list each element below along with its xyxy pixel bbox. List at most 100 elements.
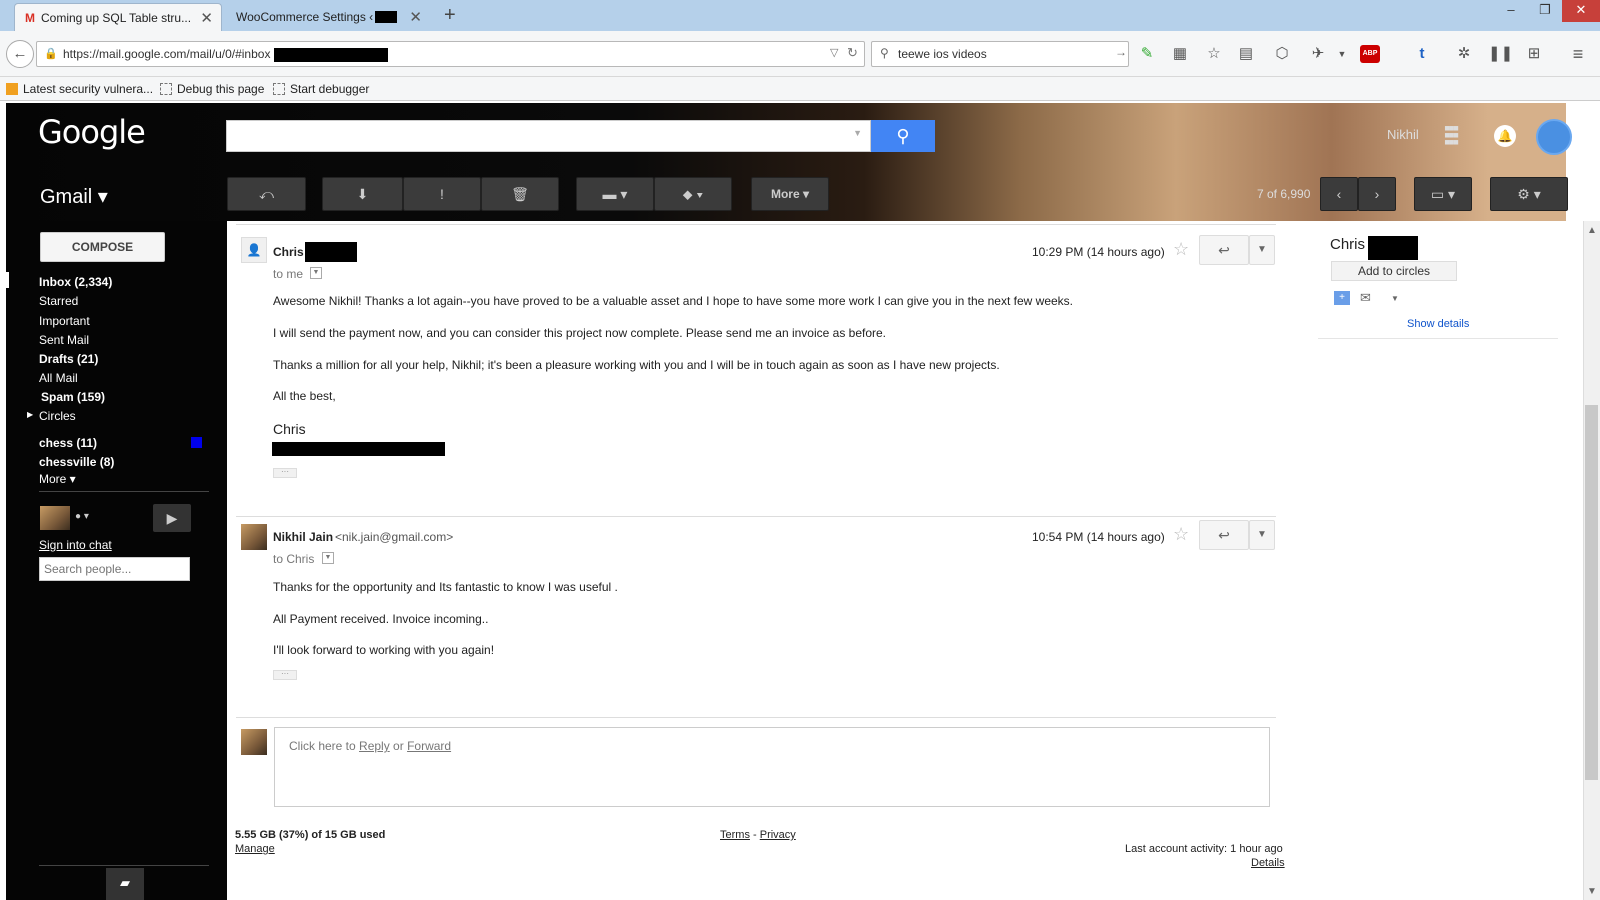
notifications-icon[interactable]: 🔔	[1494, 125, 1516, 147]
scrollbar-thumb[interactable]	[1585, 405, 1598, 780]
browser-tab-active[interactable]: M Coming up SQL Table stru... ✕	[14, 3, 222, 31]
expand-arrow-icon[interactable]: ▶	[27, 410, 33, 419]
email-icon[interactable]: ✉	[1360, 290, 1371, 306]
sitemap-icon[interactable]: ⊞	[1524, 44, 1544, 64]
add-to-circles-button[interactable]: Add to circles	[1331, 261, 1457, 281]
reply-button[interactable]: ↩	[1199, 520, 1249, 550]
google-logo[interactable]: Google	[38, 113, 146, 151]
sidebar-item-important[interactable]: Important	[39, 314, 90, 328]
back-button[interactable]: ⤺	[227, 177, 306, 211]
show-trimmed-content-button[interactable]: ···	[273, 670, 297, 680]
bookmark-item[interactable]: Debug this page	[160, 82, 264, 96]
sidebar-item-inbox[interactable]: Inbox (2,334)	[39, 275, 112, 289]
show-trimmed-content-button[interactable]: ···	[273, 468, 297, 478]
sidebar-item-drafts[interactable]: Drafts (21)	[39, 352, 98, 366]
browser-tab[interactable]: WooCommerce Settings ‹ ✕	[226, 3, 430, 31]
gmail-label[interactable]: Gmail ▾	[40, 184, 108, 209]
bookmark-item[interactable]: Latest security vulnera...	[6, 82, 153, 96]
browser-search-input[interactable]: teewe ios videos	[871, 41, 1129, 67]
contact-name[interactable]: Chris	[1330, 236, 1365, 253]
pocket-icon[interactable]: ⬡	[1272, 44, 1292, 64]
sign-into-chat-link[interactable]: Sign into chat	[39, 538, 112, 552]
chevron-down-icon[interactable]: ▼	[1332, 44, 1352, 64]
scroll-up-icon[interactable]: ▲	[1587, 225, 1597, 236]
extension-icon[interactable]: ✈	[1308, 44, 1328, 64]
details-dropdown-icon[interactable]: ▼	[322, 552, 334, 564]
search-input[interactable]: ▼	[226, 120, 871, 152]
firebug-icon[interactable]: ✲	[1454, 44, 1474, 64]
back-button[interactable]: ←	[6, 40, 34, 68]
close-tab-icon[interactable]: ✕	[409, 8, 422, 26]
details-link[interactable]: Details	[1251, 857, 1285, 869]
close-tab-icon[interactable]: ✕	[200, 9, 213, 27]
go-arrow-icon[interactable]: →	[1115, 45, 1127, 59]
video-call-icon[interactable]: ▶	[153, 504, 191, 532]
star-icon[interactable]: ☆	[1173, 239, 1189, 260]
newer-button[interactable]: ‹	[1320, 177, 1358, 211]
more-actions-button[interactable]: ▼	[1249, 520, 1275, 550]
report-spam-button[interactable]: !	[403, 177, 481, 211]
sidebar-label-chessville[interactable]: chessville (8)	[39, 455, 114, 469]
user-name[interactable]: Nikhil	[1387, 127, 1419, 142]
divider	[236, 224, 1276, 225]
sidebar-item-spam[interactable]: Spam (159)	[41, 390, 105, 404]
grid-extension-icon[interactable]: ▦	[1170, 44, 1190, 64]
input-tools-button[interactable]: ▭ ▾	[1414, 177, 1472, 211]
sidebar-item-sent[interactable]: Sent Mail	[39, 333, 89, 347]
new-tab-icon[interactable]: +	[444, 4, 456, 27]
bookmark-item[interactable]: Start debugger	[273, 82, 369, 96]
apps-grid-icon[interactable]: ▪▪▪ ▪▪▪ ▪▪▪	[1444, 119, 1459, 151]
extension-icon[interactable]: ✎	[1137, 44, 1157, 64]
extension-icon[interactable]: ❚❚	[1488, 44, 1513, 64]
terms-link[interactable]: Terms	[720, 829, 750, 841]
show-details-link[interactable]: Show details	[1407, 318, 1469, 330]
labels-button[interactable]: ⬥ ▾	[654, 177, 732, 211]
search-people-input[interactable]	[39, 557, 190, 581]
star-icon[interactable]: ☆	[1173, 524, 1189, 545]
restore-icon[interactable]: ❐	[1528, 0, 1562, 22]
bookmark-star-icon[interactable]: ☆	[1204, 44, 1224, 64]
close-window-icon[interactable]: ✕	[1562, 0, 1600, 22]
privacy-link[interactable]: Privacy	[760, 829, 796, 841]
sidebar-label-chess[interactable]: chess (11)	[39, 436, 97, 450]
search-button[interactable]: ⚲	[871, 120, 935, 152]
avatar[interactable]	[1536, 119, 1572, 155]
forward-link[interactable]: Forward	[407, 739, 451, 753]
sidebar-item-all-mail[interactable]: All Mail	[39, 371, 78, 385]
sidebar-item-starred[interactable]: Starred	[39, 294, 78, 308]
settings-button[interactable]: ⚙ ▾	[1490, 177, 1568, 211]
sidebar-item-circles[interactable]: Circles	[39, 409, 76, 423]
chevron-down-icon[interactable]: ▼	[853, 128, 862, 138]
sidebar-more[interactable]: More ▾	[39, 472, 76, 486]
details-dropdown-icon[interactable]: ▼	[310, 267, 322, 279]
sender-name[interactable]: Nikhil Jain	[273, 530, 333, 544]
dropdown-icon[interactable]: ▽	[830, 46, 838, 59]
tumblr-icon[interactable]: t	[1412, 44, 1432, 64]
chevron-down-icon[interactable]: ▼	[1391, 294, 1399, 303]
user-avatar[interactable]	[40, 506, 70, 530]
reply-button[interactable]: ↩	[1199, 235, 1249, 265]
clipboard-icon[interactable]: ▤	[1236, 44, 1256, 64]
compose-button[interactable]: COMPOSE	[40, 232, 165, 262]
more-actions-button[interactable]: ▼	[1249, 235, 1275, 265]
adblock-icon[interactable]: ABP	[1360, 45, 1380, 63]
scroll-down-icon[interactable]: ▼	[1587, 886, 1597, 897]
delete-button[interactable]: 🗑	[481, 177, 559, 211]
sender-name[interactable]: Chris	[273, 245, 304, 259]
manage-storage-link[interactable]: Manage	[235, 843, 275, 855]
archive-button[interactable]: ⬇	[322, 177, 403, 211]
reply-link[interactable]: Reply	[359, 739, 390, 753]
reply-box[interactable]: Click here to Reply or Forward	[274, 727, 1270, 807]
chat-bubble-icon[interactable]: ▰	[106, 868, 144, 900]
older-button[interactable]: ›	[1358, 177, 1396, 211]
reload-icon[interactable]: ↻	[847, 45, 858, 61]
url-bar[interactable]: https://mail.google.com/mail/u/0/#inbox	[36, 41, 865, 67]
bookmark-label: Start debugger	[290, 82, 370, 96]
body-line: I will send the payment now, and you can…	[273, 326, 887, 340]
move-to-button[interactable]: ▬ ▾	[576, 177, 654, 211]
more-button[interactable]: More ▾	[751, 177, 829, 211]
chat-icon[interactable]: +	[1334, 291, 1350, 305]
status-dropdown-icon[interactable]: ● ▾	[75, 511, 89, 522]
minimize-icon[interactable]: –	[1494, 0, 1528, 22]
menu-icon[interactable]: ≡	[1568, 44, 1588, 64]
